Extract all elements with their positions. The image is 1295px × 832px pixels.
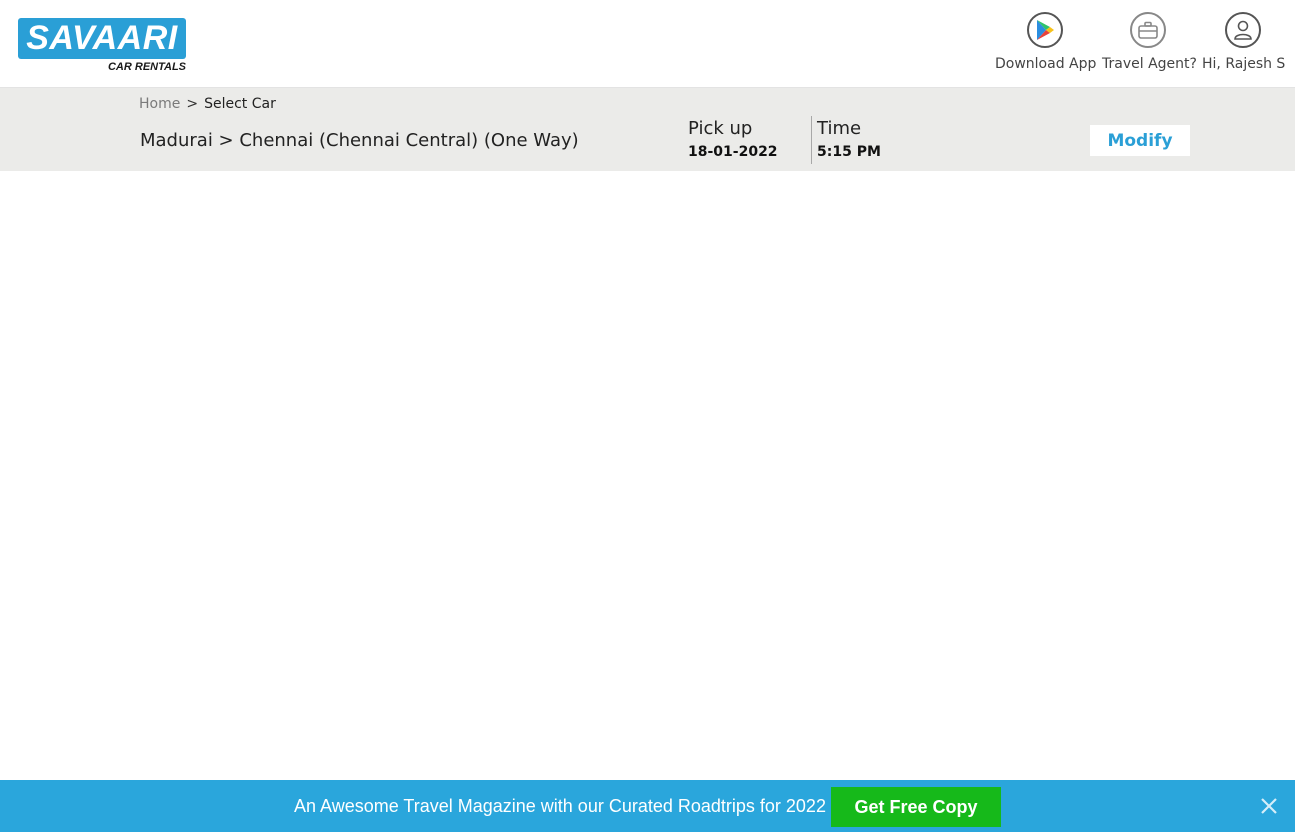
trip-summary-bar: Home > Select Car Madurai > Chennai (Chenn…	[0, 88, 1295, 171]
download-app-link[interactable]: Download App	[995, 12, 1097, 76]
get-free-copy-button[interactable]: Get Free Copy	[831, 787, 1001, 827]
user-greeting: Hi, Rajesh S	[1202, 56, 1286, 72]
close-icon[interactable]	[1257, 794, 1281, 818]
divider	[811, 116, 812, 164]
promo-banner: An Awesome Travel Magazine with our Cura…	[0, 780, 1295, 832]
briefcase-icon	[1130, 12, 1166, 48]
user-icon	[1225, 12, 1261, 48]
logo-wordmark: SAVAARI	[18, 18, 186, 59]
breadcrumb: Home > Select Car	[139, 96, 276, 112]
site-header: SAVAARI CAR RENTALS Download App Travel …	[0, 0, 1295, 88]
breadcrumb-separator: >	[186, 96, 199, 112]
time-label: Time	[817, 118, 862, 139]
travel-agent-label: Travel Agent?	[1102, 56, 1197, 72]
pickup-time-block: Time 5:15 PM	[817, 118, 881, 160]
modify-button[interactable]: Modify	[1090, 125, 1190, 156]
travel-agent-link[interactable]: Travel Agent?	[1102, 12, 1197, 76]
breadcrumb-current: Select Car	[204, 96, 276, 112]
user-account-menu[interactable]: Hi, Rajesh S	[1202, 12, 1286, 76]
trip-route: Madurai > Chennai (Chennai Central) (One…	[140, 130, 579, 151]
pickup-date: 18-01-2022	[688, 144, 778, 160]
pickup-time: 5:15 PM	[817, 144, 881, 160]
pickup-label: Pick up	[688, 118, 753, 139]
promo-text: An Awesome Travel Magazine with our Cura…	[294, 796, 826, 816]
pickup-date-block: Pick up 18-01-2022	[688, 118, 778, 160]
logo-subtitle: CAR RENTALS	[107, 61, 186, 73]
play-store-icon	[1027, 12, 1063, 48]
savaari-logo[interactable]: SAVAARI CAR RENTALS	[18, 18, 188, 76]
breadcrumb-home[interactable]: Home	[139, 96, 180, 112]
download-app-label: Download App	[995, 56, 1097, 72]
